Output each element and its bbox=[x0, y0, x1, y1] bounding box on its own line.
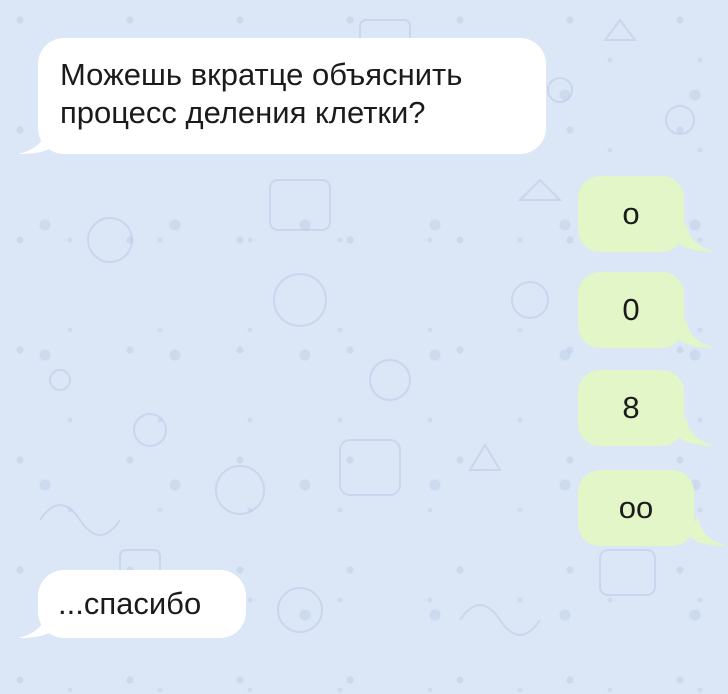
bubble-tail bbox=[676, 416, 716, 446]
bubble-tail bbox=[676, 222, 716, 252]
message-bubble-outgoing[interactable]: 0 bbox=[578, 272, 684, 348]
message-text: ...спасибо bbox=[58, 586, 202, 621]
message-text: 0 bbox=[622, 292, 640, 327]
message-bubble-outgoing[interactable]: о bbox=[578, 176, 684, 252]
message-text: о bbox=[622, 196, 640, 231]
bubble-tail bbox=[676, 318, 716, 348]
message-bubble-incoming[interactable]: Можешь вкратце объяснить процесс деления… bbox=[38, 38, 546, 154]
bubble-tail bbox=[18, 608, 58, 638]
message-bubble-incoming[interactable]: ...спасибо bbox=[38, 570, 246, 638]
message-text: Можешь вкратце объяснить процесс деления… bbox=[60, 57, 463, 130]
message-text: оо bbox=[618, 490, 654, 525]
message-text: 8 bbox=[622, 390, 640, 425]
message-bubble-outgoing[interactable]: 8 bbox=[578, 370, 684, 446]
bubble-tail bbox=[688, 516, 728, 546]
message-bubble-outgoing[interactable]: оо bbox=[578, 470, 694, 546]
bubble-tail bbox=[18, 124, 58, 154]
